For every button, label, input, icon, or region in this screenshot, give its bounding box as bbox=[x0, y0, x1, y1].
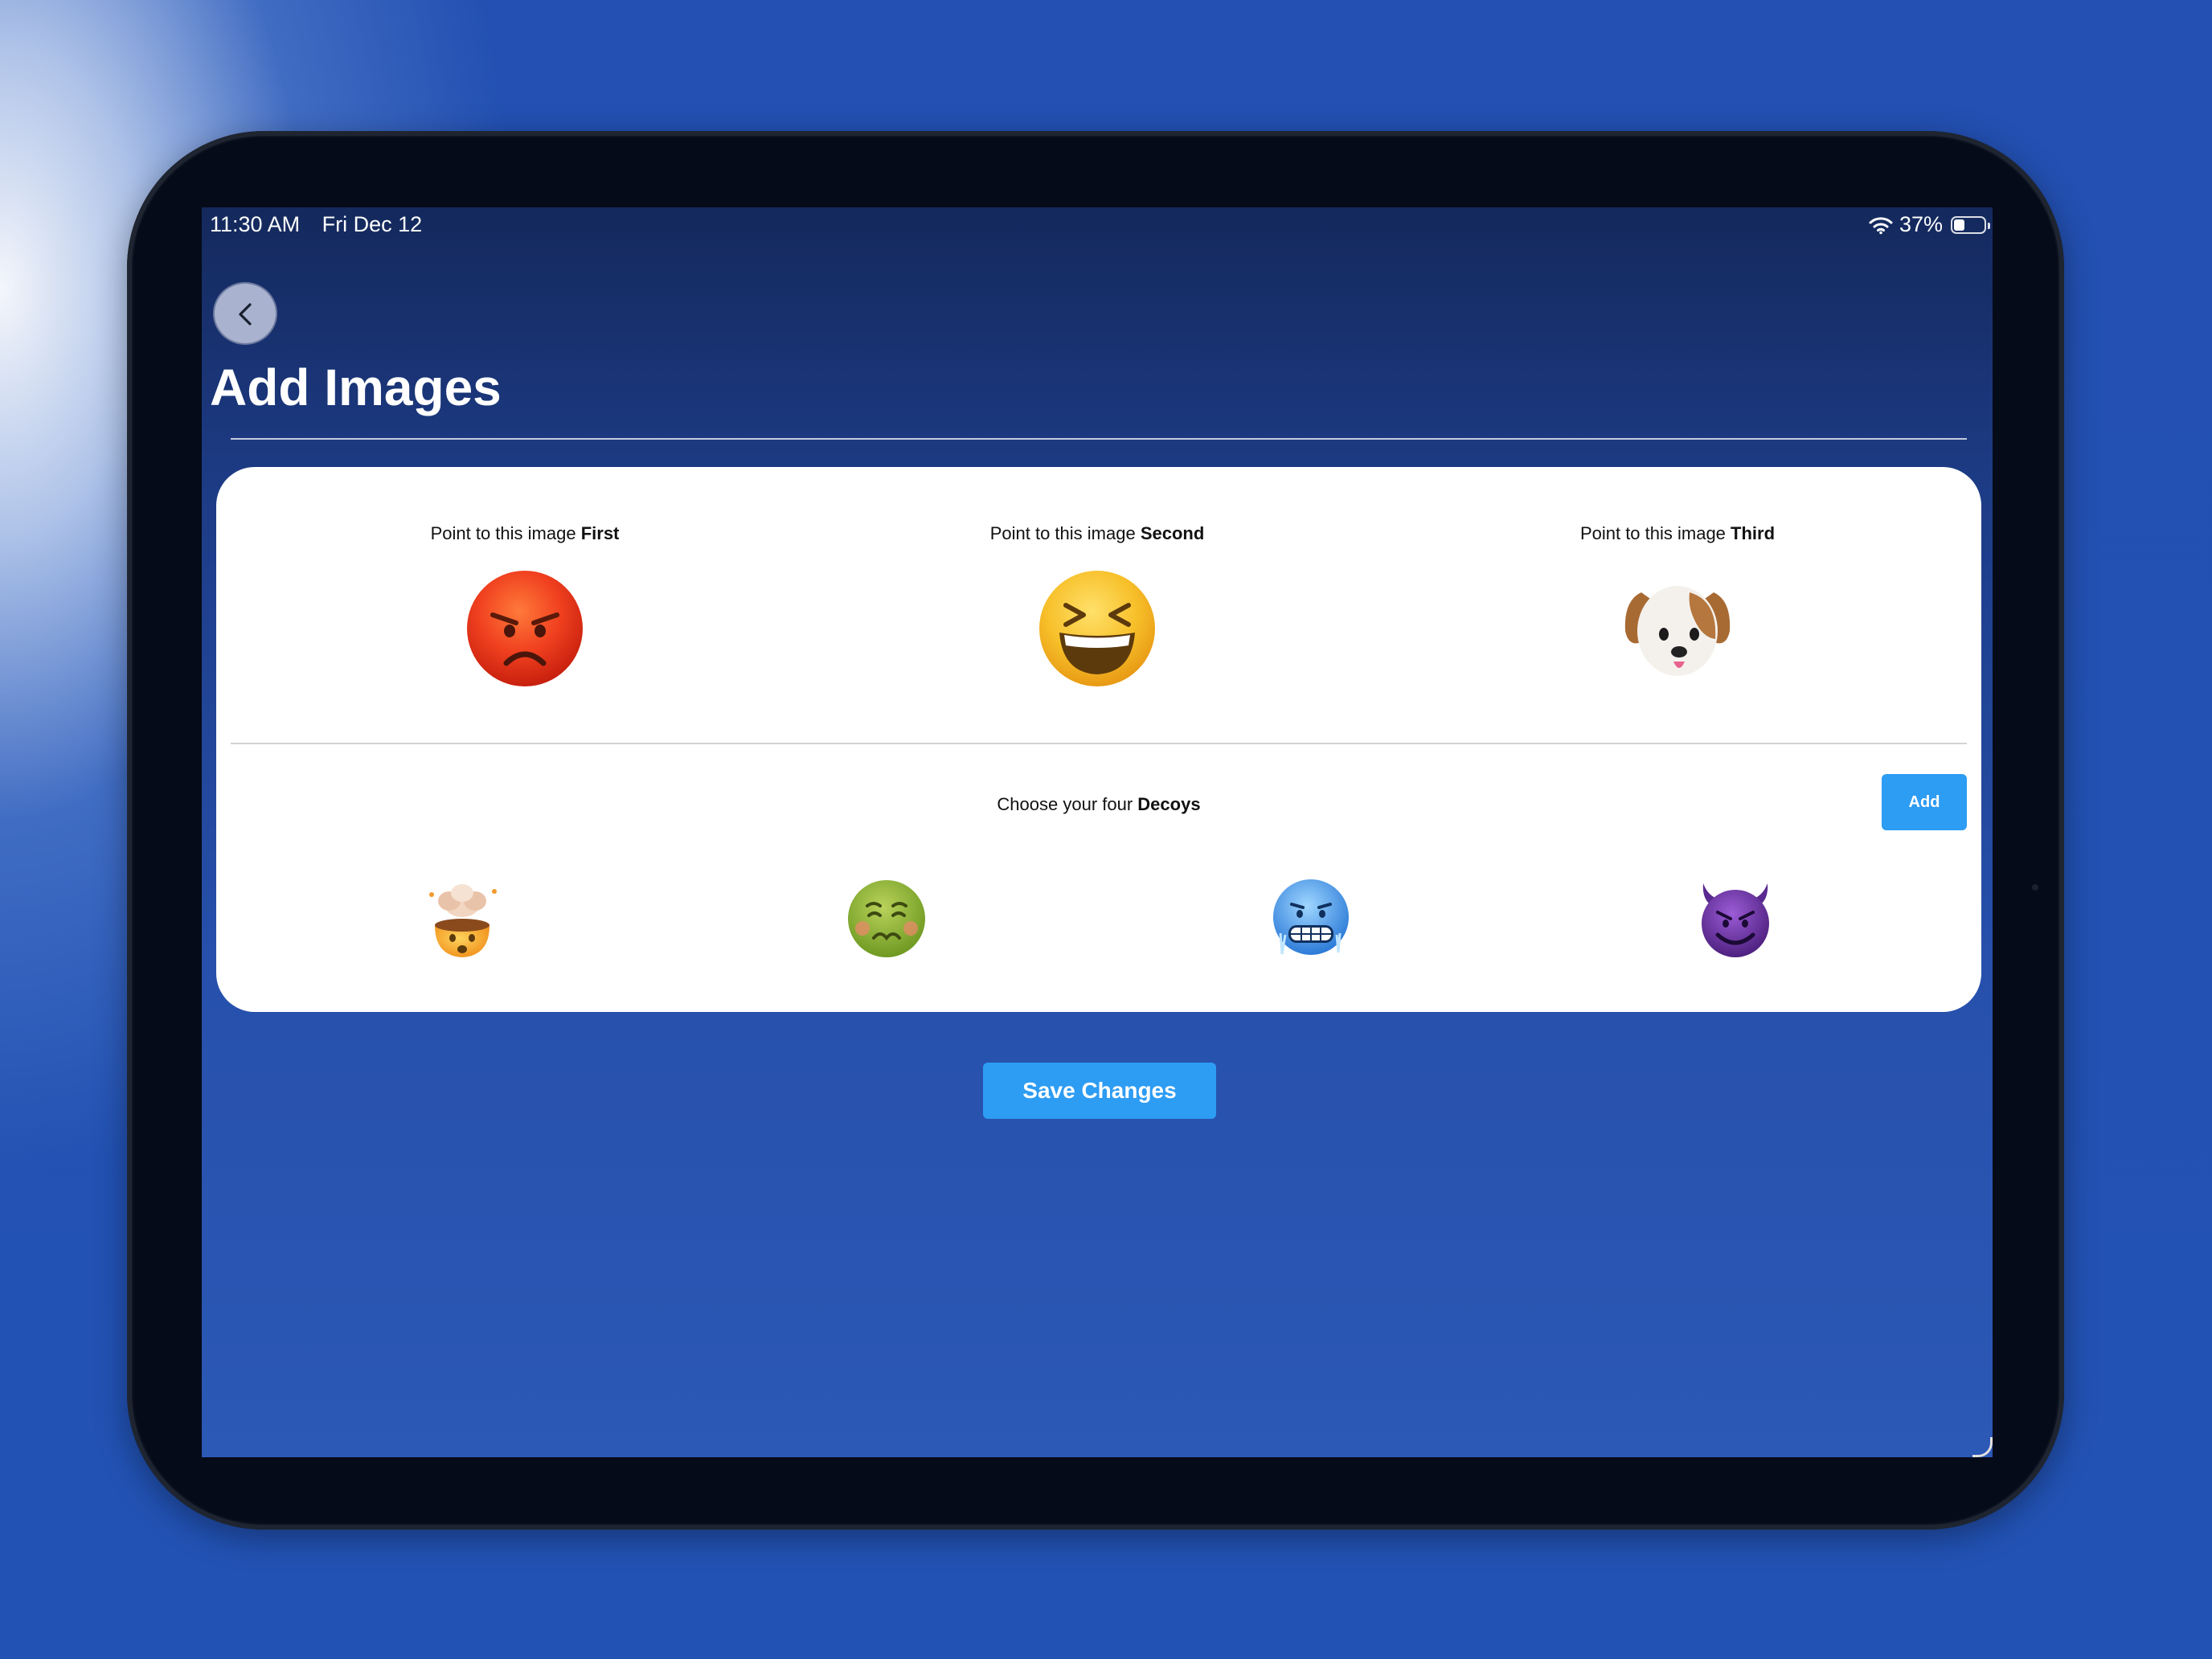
dog-face-icon[interactable] bbox=[1617, 568, 1738, 689]
status-date: Fri Dec 12 bbox=[322, 212, 423, 236]
title-divider bbox=[231, 438, 1967, 440]
card-divider bbox=[231, 743, 1967, 744]
battery-fill bbox=[1954, 219, 1965, 231]
target-second: Point to this image Second bbox=[856, 523, 1338, 689]
status-bar: 11:30 AM Fri Dec 12 37% bbox=[202, 207, 1993, 244]
target-first: Point to this image First bbox=[284, 523, 766, 689]
exploding-head-icon[interactable] bbox=[420, 877, 504, 961]
target-label: Point to this image First bbox=[284, 523, 766, 544]
wifi-icon bbox=[1869, 216, 1893, 234]
back-button[interactable] bbox=[213, 282, 277, 345]
target-label-prefix: Point to this image bbox=[989, 523, 1141, 543]
grinning-squinting-face-icon[interactable] bbox=[1037, 568, 1157, 689]
decoys-label-prefix: Choose your four bbox=[997, 794, 1138, 814]
nauseated-face-icon[interactable] bbox=[845, 877, 928, 961]
app-screen: 11:30 AM Fri Dec 12 37% Add Images Point… bbox=[202, 207, 1993, 1457]
add-decoys-button[interactable]: Add bbox=[1882, 774, 1967, 830]
save-changes-button[interactable]: Save Changes bbox=[983, 1063, 1216, 1119]
target-label-prefix: Point to this image bbox=[1579, 523, 1731, 543]
screen-corner-indicator bbox=[1972, 1437, 1993, 1457]
chevron-left-icon bbox=[239, 303, 252, 326]
battery-percent: 37% bbox=[1899, 212, 1943, 236]
status-time-date: 11:30 AM Fri Dec 12 bbox=[210, 212, 422, 237]
smiling-devil-icon[interactable] bbox=[1694, 877, 1777, 961]
target-label-order: First bbox=[580, 523, 620, 543]
angry-face-icon[interactable] bbox=[465, 568, 585, 689]
target-label-order: Third bbox=[1731, 523, 1776, 543]
target-label: Point to this image Third bbox=[1436, 523, 1919, 544]
target-label: Point to this image Second bbox=[856, 523, 1338, 544]
cold-face-icon[interactable] bbox=[1269, 877, 1353, 961]
decoys-label: Choose your four Decoys bbox=[858, 794, 1340, 815]
decoys-label-emphasis: Decoys bbox=[1137, 794, 1201, 814]
status-indicators: 37% bbox=[1869, 212, 1990, 237]
target-third: Point to this image Third bbox=[1436, 523, 1919, 689]
status-time: 11:30 AM bbox=[210, 212, 301, 236]
page-title: Add Images bbox=[210, 358, 502, 416]
camera-dot bbox=[2032, 884, 2038, 891]
battery-icon bbox=[1951, 215, 1990, 234]
target-label-prefix: Point to this image bbox=[430, 523, 581, 543]
images-card: Point to this image First Point to this … bbox=[216, 467, 1981, 1012]
target-label-order: Second bbox=[1140, 523, 1205, 543]
